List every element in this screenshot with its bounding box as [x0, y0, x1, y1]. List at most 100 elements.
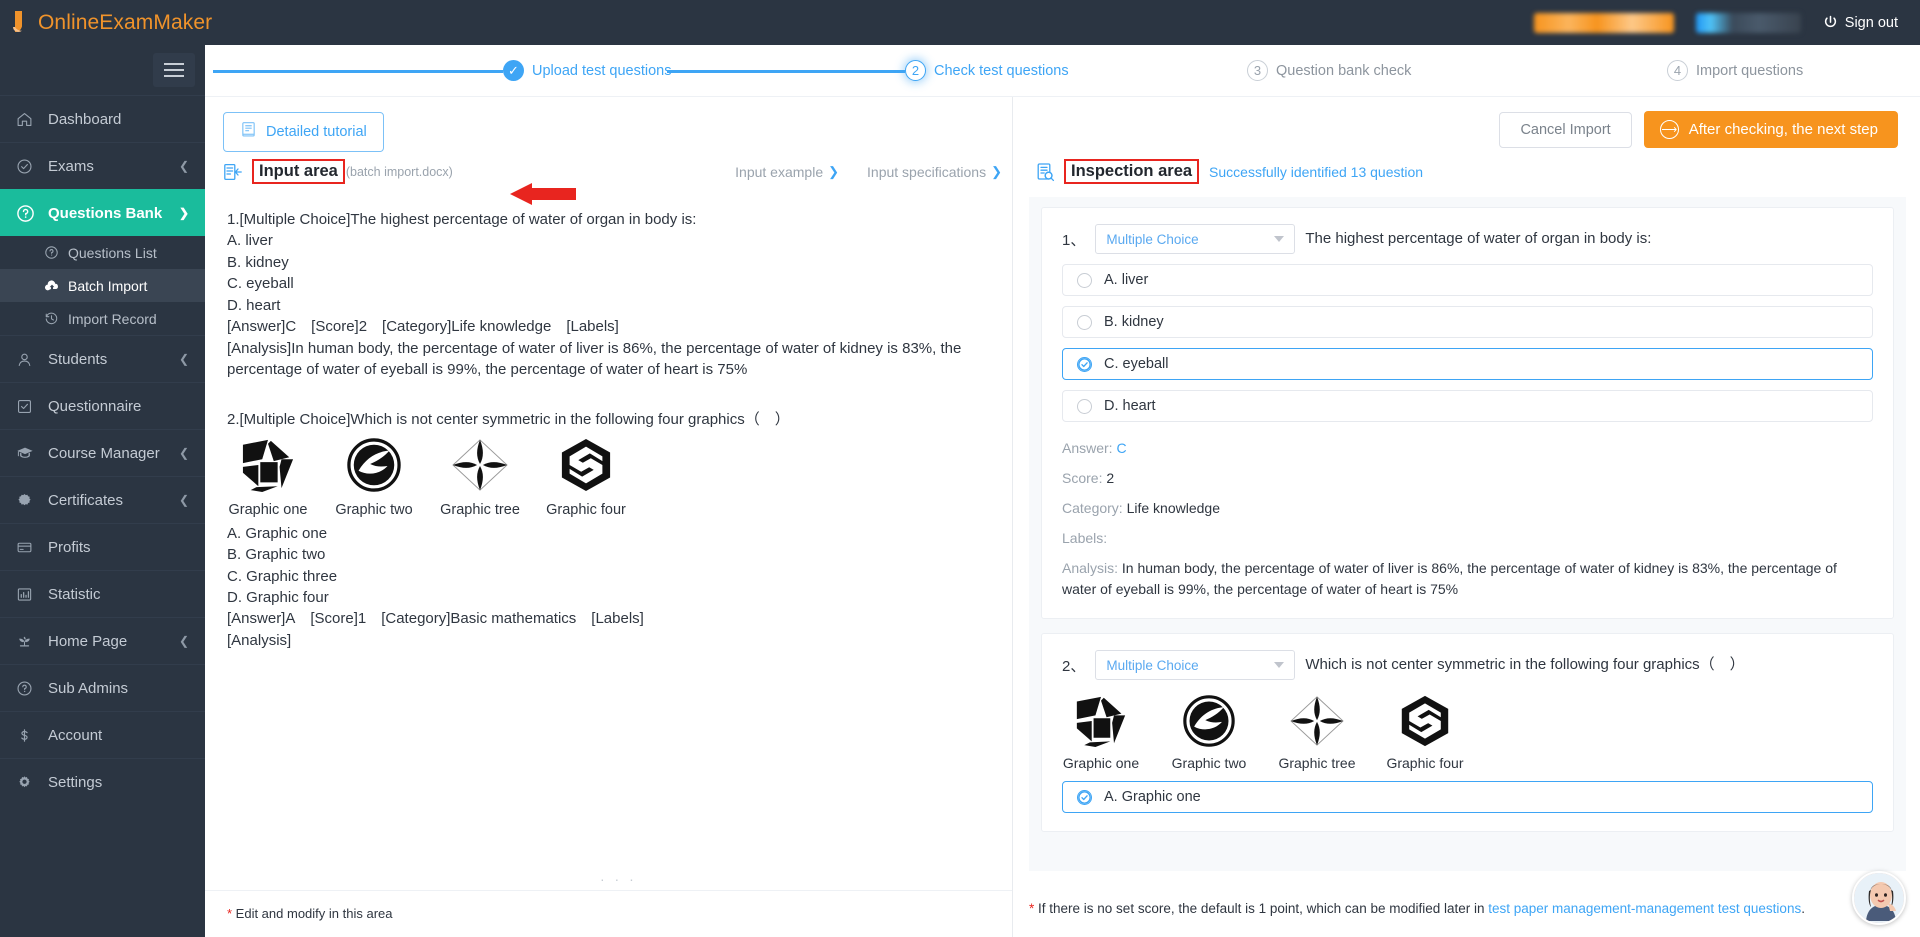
chevron-down-icon: ❯: [178, 206, 189, 220]
option-row[interactable]: D. heart: [1062, 390, 1873, 422]
sidebar-toggle-button[interactable]: [153, 53, 195, 87]
sidebar-item-dashboard[interactable]: Dashboard: [0, 95, 205, 142]
editor-spacer: [227, 381, 988, 409]
option-row[interactable]: B. kidney: [1062, 306, 1873, 338]
hex-swirl-graphic-icon: [545, 436, 627, 494]
editor-line: A. Graphic one: [227, 524, 328, 542]
input-specifications-link[interactable]: Input specifications ❯: [867, 164, 1002, 180]
graphic-label: Graphic one: [228, 501, 308, 518]
labels-key-label: Labels:: [1062, 530, 1108, 546]
editor-line: B. kidney: [227, 253, 289, 271]
action-buttons: Cancel Import ⟶ After checking, the next…: [1499, 111, 1898, 148]
card-icon: [16, 539, 42, 556]
sidebar: Dashboard Exams ❮ Questions Bank ❯ Quest…: [0, 45, 205, 937]
sidebar-item-account[interactable]: Account: [0, 711, 205, 758]
step-check-test-questions[interactable]: 2 Check test questions: [905, 60, 1069, 81]
redacted-plan-badge: [1533, 12, 1674, 33]
input-example-link[interactable]: Input example ❯: [735, 164, 839, 180]
sidebar-item-statistic[interactable]: Statistic: [0, 570, 205, 617]
sidebar-item-label: Exams: [48, 157, 94, 175]
import-area-icon: [223, 162, 243, 182]
top-bar: OnlineExamMaker Sign out: [0, 0, 1920, 45]
sidebar-item-certificates[interactable]: Certificates ❮: [0, 476, 205, 523]
question-type-value: Multiple Choice: [1106, 231, 1199, 247]
option-row-selected[interactable]: C. eyeball: [1062, 348, 1873, 380]
chevron-left-icon: ❮: [178, 446, 189, 460]
question-circle-icon: [16, 680, 42, 697]
sidebar-item-sub-admins[interactable]: Sub Admins: [0, 664, 205, 711]
editor-line: B. Graphic two: [227, 546, 326, 564]
question-card: 2、 Multiple Choice Which is not center s…: [1041, 633, 1894, 832]
question-labels: Labels:: [1062, 528, 1873, 549]
input-area-panel: Detailed tutorial Input area (batch impo…: [205, 97, 1013, 937]
question-circle-icon: [16, 204, 42, 223]
editor-line: A. liver: [227, 232, 273, 250]
sidebar-item-label: Settings: [48, 773, 103, 791]
sidebar-item-exams[interactable]: Exams ❮: [0, 142, 205, 189]
chevron-right-icon: ❯: [991, 163, 1002, 179]
question-type-select[interactable]: Multiple Choice: [1095, 650, 1296, 680]
graphic-cell: Graphic two: [333, 436, 415, 521]
sign-out-label: Sign out: [1844, 14, 1898, 31]
question-circle-icon: [44, 245, 66, 260]
circle-arrow-graphic-icon: [1170, 692, 1248, 750]
step-import-questions[interactable]: 4 Import questions: [1667, 60, 1803, 81]
step-question-bank-check[interactable]: 3 Question bank check: [1247, 60, 1411, 81]
graphic-cell: Graphic tree: [1278, 692, 1356, 771]
chevron-down-icon: [1274, 662, 1285, 668]
editor-line: 2.[Multiple Choice]Which is not center s…: [227, 410, 790, 428]
editor-line: C. Graphic three: [227, 567, 338, 585]
document-editor[interactable]: 1.[Multiple Choice]The highest percentag…: [205, 195, 1012, 891]
option-row[interactable]: A. liver: [1062, 264, 1873, 296]
inspection-questions-list[interactable]: 1、 Multiple Choice The highest percentag…: [1029, 197, 1906, 871]
hamburger-icon-bar: [164, 75, 184, 77]
sign-out-button[interactable]: Sign out: [1823, 15, 1898, 31]
sidebar-item-questions-list[interactable]: Questions List: [0, 236, 205, 269]
sidebar-item-course-manager[interactable]: Course Manager ❮: [0, 429, 205, 476]
question-type-select[interactable]: Multiple Choice: [1095, 224, 1296, 254]
option-row-selected[interactable]: A. Graphic one: [1062, 781, 1873, 813]
cancel-import-button[interactable]: Cancel Import: [1499, 111, 1632, 148]
sidebar-item-batch-import[interactable]: Batch Import: [0, 269, 205, 302]
step-upload-test-questions[interactable]: ✓ Upload test questions: [503, 60, 671, 81]
sidebar-item-home-page[interactable]: Home Page ❮: [0, 617, 205, 664]
sidebar-item-profits[interactable]: Profits: [0, 523, 205, 570]
input-example-label: Input example: [735, 163, 824, 180]
sidebar-item-questions-bank[interactable]: Questions Bank ❯: [0, 189, 205, 236]
detailed-tutorial-button[interactable]: Detailed tutorial: [223, 112, 384, 152]
next-step-button[interactable]: ⟶ After checking, the next step: [1643, 111, 1898, 148]
sidebar-item-settings[interactable]: Settings: [0, 758, 205, 805]
step-4-bubble: 4: [1667, 60, 1688, 81]
test-paper-management-link[interactable]: test paper management-management test qu…: [1488, 901, 1801, 916]
editor-line: [Analysis]In human body, the percentage …: [227, 339, 966, 379]
editor-line: D. Graphic four: [227, 588, 329, 606]
sidebar-item-label: Certificates: [48, 491, 124, 509]
sidebar-item-import-record[interactable]: Import Record: [0, 302, 205, 335]
four-petal-diamond-graphic-icon: [1278, 692, 1356, 750]
cloud-upload-icon: [44, 278, 66, 294]
sidebar-item-label: Sub Admins: [48, 679, 129, 697]
brand-logo[interactable]: OnlineExamMaker: [0, 9, 212, 37]
sidebar-item-label: Dashboard: [48, 110, 122, 128]
graphic-cell: Graphic four: [1386, 692, 1464, 771]
score-key-label: Score:: [1062, 470, 1103, 486]
chevron-down-icon: [1274, 236, 1285, 242]
editor-overflow-dots: · · ·: [600, 871, 637, 887]
sidebar-item-questionnaire[interactable]: Questionnaire: [0, 382, 205, 429]
step-1-label: Upload test questions: [532, 62, 672, 79]
question-type-value: Multiple Choice: [1106, 657, 1199, 673]
support-chat-avatar[interactable]: [1852, 871, 1906, 925]
sidebar-item-label: Account: [48, 726, 103, 744]
analysis-key-label: Analysis:: [1062, 560, 1119, 576]
question-analysis: Analysis: In human body, the percentage …: [1062, 558, 1873, 600]
answer-key-label: Answer:: [1062, 440, 1113, 456]
question-number: 2、: [1062, 658, 1086, 675]
sidebar-subitem-label: Questions List: [68, 244, 157, 261]
sidebar-item-students[interactable]: Students ❮: [0, 335, 205, 382]
sidebar-item-label: Course Manager: [48, 444, 160, 462]
inspection-area-footnote: * If there is no set score, the default …: [1029, 899, 1860, 919]
option-label: A. liver: [1104, 272, 1149, 288]
graphic-label: Graphic four: [546, 501, 626, 518]
graphic-label: Graphic tree: [440, 501, 520, 518]
step-4-label: Import questions: [1696, 62, 1804, 79]
